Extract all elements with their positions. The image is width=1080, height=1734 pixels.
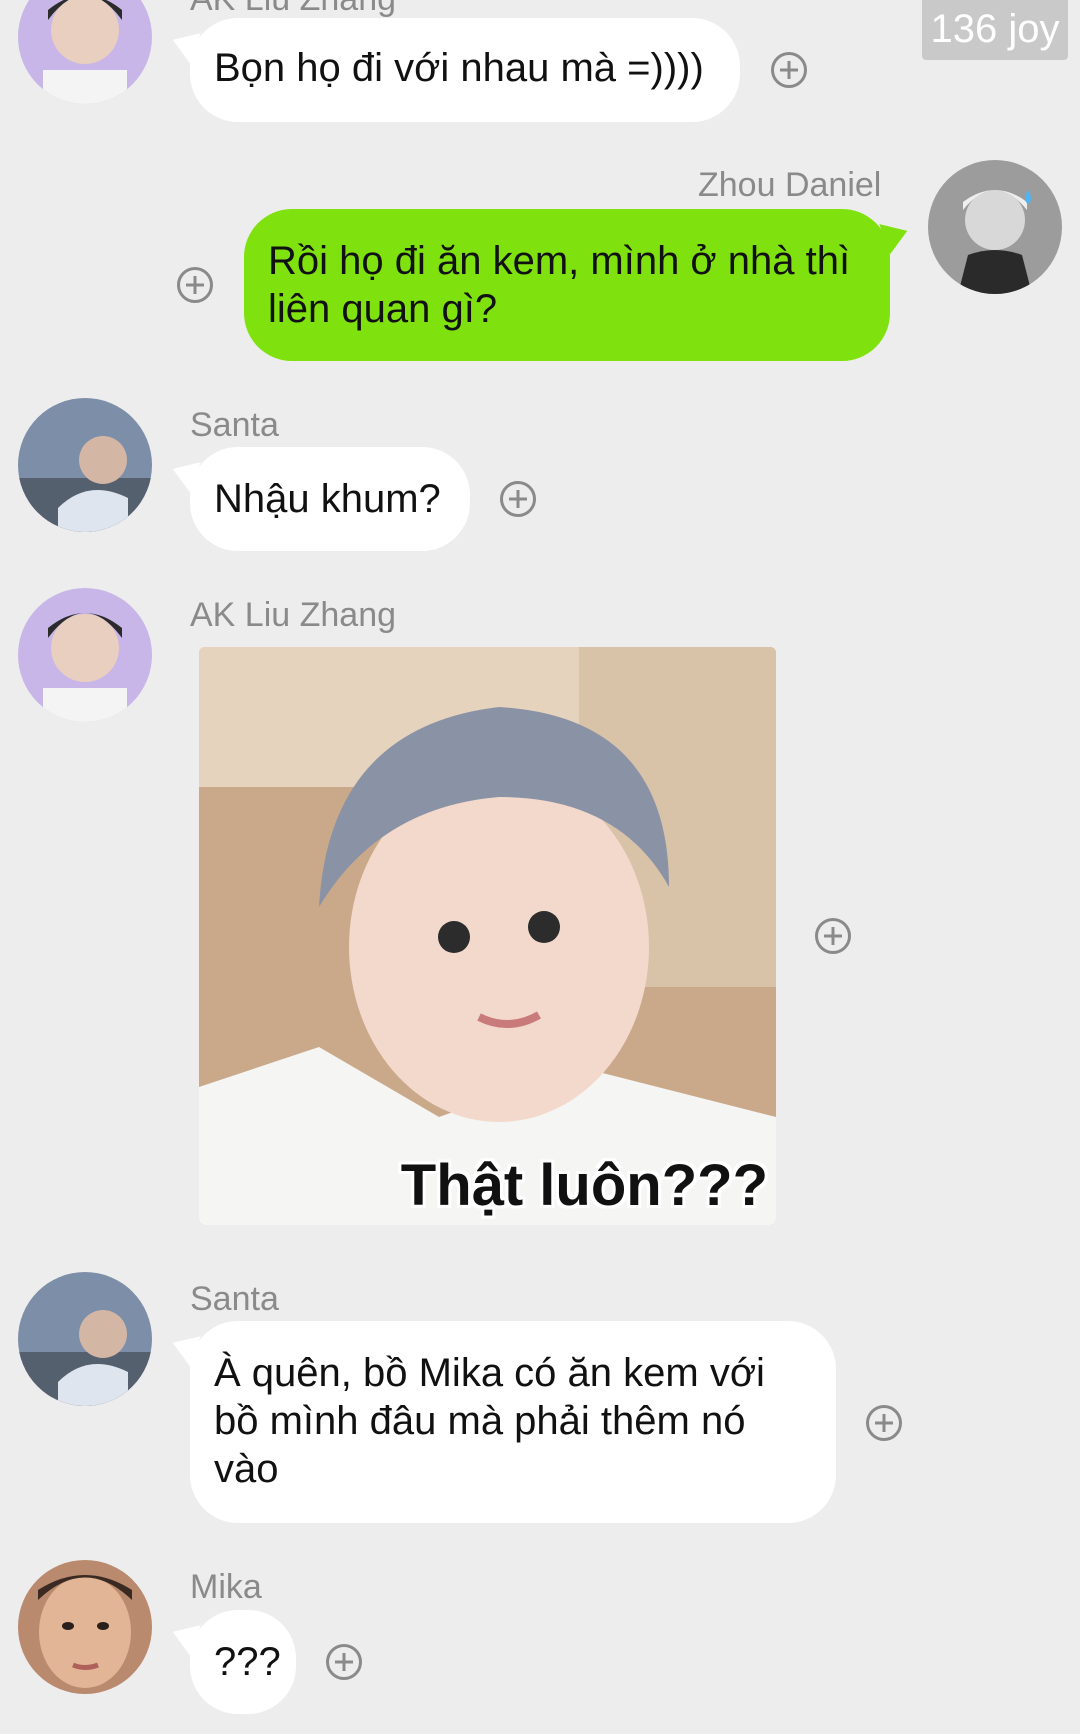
sender-name: Santa: [190, 406, 279, 444]
watermark: 136 joy: [922, 0, 1068, 60]
message-text: Bọn họ đi với nhau mà =)))): [214, 46, 704, 90]
avatar-santa[interactable]: [18, 398, 152, 532]
avatar-ak-liu-zhang[interactable]: [18, 0, 152, 104]
sticker-caption: Thật luôn???: [400, 1153, 768, 1218]
plus-circle-icon[interactable]: [771, 52, 807, 88]
sender-name: AK Liu Zhang: [190, 0, 396, 19]
avatar-santa[interactable]: [18, 1272, 152, 1406]
message-text-line: À quên, bồ Mika có ăn kem với: [214, 1351, 765, 1395]
sender-name: Zhou Daniel: [698, 166, 882, 204]
message-text-line: bồ mình đâu mà phải thêm nó: [214, 1399, 746, 1443]
message-bubble[interactable]: À quên, bồ Mika có ăn kem với bồ mình đâ…: [190, 1321, 836, 1523]
sender-name: AK Liu Zhang: [190, 596, 397, 634]
plus-circle-icon[interactable]: [866, 1405, 902, 1441]
message-text-line: vào: [214, 1447, 279, 1491]
message-bubble[interactable]: ???: [190, 1610, 296, 1714]
message-text: Nhậu khum?: [214, 477, 441, 521]
message-text: ???: [214, 1640, 281, 1684]
sender-name: Santa: [190, 1280, 279, 1318]
avatar-mika[interactable]: [18, 1560, 152, 1694]
plus-circle-icon[interactable]: [815, 918, 851, 954]
message-bubble-outgoing[interactable]: Rồi họ đi ăn kem, mình ở nhà thì liên qu…: [244, 209, 890, 361]
avatar-ak-liu-zhang[interactable]: [18, 588, 152, 722]
sender-name: Mika: [190, 1568, 262, 1606]
avatar-zhou-daniel[interactable]: [928, 160, 1062, 294]
sticker-image[interactable]: Thật luôn???: [199, 647, 776, 1225]
plus-circle-icon[interactable]: [500, 481, 536, 517]
message-text-line: liên quan gì?: [268, 287, 498, 331]
message-text-line: Rồi họ đi ăn kem, mình ở nhà thì: [268, 239, 851, 283]
plus-circle-icon[interactable]: [177, 267, 213, 303]
plus-circle-icon[interactable]: [326, 1644, 362, 1680]
message-bubble[interactable]: Bọn họ đi với nhau mà =)))): [190, 18, 740, 122]
message-bubble[interactable]: Nhậu khum?: [190, 447, 470, 551]
